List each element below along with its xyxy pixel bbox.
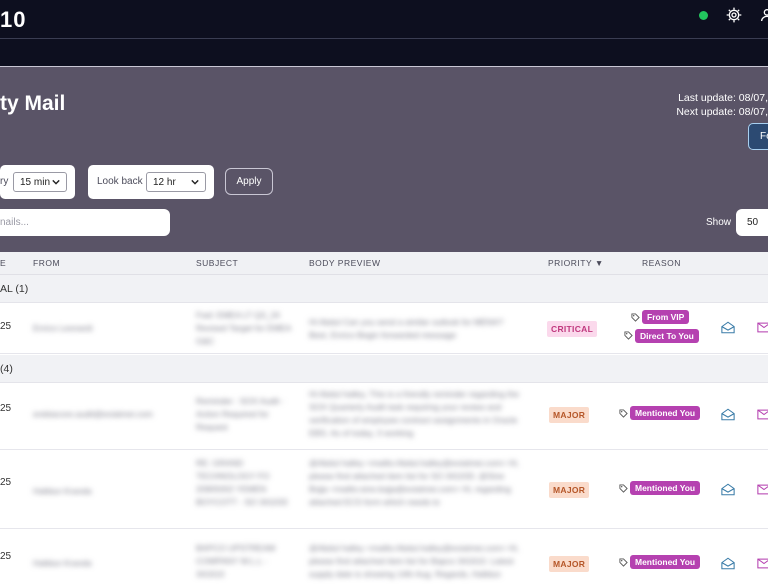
group-header-critical[interactable]: AL (1) [0, 275, 768, 303]
refresh-every-box: ry 15 min [0, 165, 75, 199]
reason-tag: Mentioned You [630, 406, 701, 420]
col-reason[interactable]: REASON [642, 258, 681, 268]
refresh-every-value: 15 min [20, 177, 51, 188]
priority-badge: CRITICAL [547, 321, 598, 337]
row-subject: BAPCO UPSTREAM COMPANY W.L.L - 341610 [196, 543, 276, 579]
envelope-open-icon[interactable] [721, 483, 735, 496]
page-size-select[interactable]: 50 [736, 209, 768, 236]
row-from: Halldun Kranda [33, 558, 92, 568]
group-label: AL (1) [0, 283, 29, 295]
next-update: Next update: 08/07, [676, 106, 768, 118]
row-subject: Fwd: EMEA LT Q3_24 Revised Target for EM… [196, 310, 291, 346]
nav-bar [0, 38, 768, 67]
col-date[interactable]: E [0, 258, 6, 268]
row-date: 25 [0, 477, 12, 488]
reason-tag: Direct To You [635, 329, 699, 343]
col-priority[interactable]: PRIORITY ▼ [548, 258, 604, 268]
chevron-down-icon [52, 179, 60, 185]
row-subject: RE: GRAND TECHNOLOGY FO 20905002 YEMEN B… [196, 458, 288, 507]
tag-icon [624, 331, 633, 340]
lookback-label: Look back [97, 176, 143, 187]
last-update: Last update: 08/07, [678, 92, 768, 104]
fetch-button[interactable]: Fe [748, 123, 768, 150]
reason-tag: Mentioned You [630, 481, 701, 495]
envelope-icon[interactable] [757, 483, 768, 496]
apply-button[interactable]: Apply [225, 168, 273, 195]
envelope-icon[interactable] [757, 408, 768, 421]
update-info: Last update: 08/07, Next update: 08/07, [676, 91, 768, 119]
row-body: @Abdul halley <mailto:Abdul.halley@eviat… [309, 543, 520, 584]
status-indicator [699, 11, 708, 20]
col-body[interactable]: BODY PREVIEW [309, 258, 381, 268]
reason-tag: Mentioned You [630, 555, 701, 569]
reason-tag: From VIP [642, 310, 690, 324]
envelope-open-icon[interactable] [721, 557, 735, 570]
row-body: Hi Abdul Can you send a similar outlook … [309, 317, 504, 340]
envelope-open-icon[interactable] [721, 408, 735, 421]
table-row[interactable]: 25 Halldun Kranda BAPCO UPSTREAM COMPANY… [0, 530, 768, 584]
envelope-icon[interactable] [757, 321, 768, 334]
row-date: 25 [0, 403, 12, 414]
app-logo[interactable]: 10 [0, 7, 26, 33]
priority-badge: MAJOR [549, 407, 590, 423]
tag-icon [619, 409, 628, 418]
tag-icon [619, 558, 628, 567]
search-input[interactable]: nails... [0, 209, 170, 236]
row-date: 25 [0, 321, 12, 332]
tag-icon [631, 313, 640, 322]
tag-icon [619, 484, 628, 493]
col-from[interactable]: FROM [33, 258, 60, 268]
row-from: Halldun Kranda [33, 486, 92, 496]
row-from: erebiacore.audit@eviatmei.com [33, 409, 153, 419]
table-row[interactable]: 25 Enrico Leonardi Fwd: EMEA LT Q3_24 Re… [0, 303, 768, 354]
page-title: ty Mail [0, 92, 66, 115]
row-body: @Abdul halley <mailto:Abdul.halley@eviat… [309, 458, 520, 507]
lookback-box: Look back 12 hr [88, 165, 214, 199]
row-date: 25 [0, 551, 12, 562]
user-icon[interactable] [759, 7, 768, 23]
table-header: E FROM SUBJECT BODY PREVIEW PRIORITY ▼ R… [0, 252, 768, 275]
envelope-icon[interactable] [757, 557, 768, 570]
col-subject[interactable]: SUBJECT [196, 258, 238, 268]
refresh-every-select[interactable]: 15 min [13, 172, 67, 192]
gear-icon[interactable] [726, 7, 742, 23]
priority-badge: MAJOR [549, 556, 590, 572]
lookback-value: 12 hr [153, 177, 176, 188]
show-label: Show [706, 217, 732, 228]
row-from: Enrico Leonardi [33, 323, 93, 333]
group-header-major[interactable]: (4) [0, 355, 768, 383]
table-row[interactable]: 25 Halldun Kranda RE: GRAND TECHNOLOGY F… [0, 451, 768, 529]
chevron-down-icon [191, 179, 199, 185]
envelope-open-icon[interactable] [721, 321, 735, 334]
table-row[interactable]: 25 erebiacore.audit@eviatmei.com Reminde… [0, 383, 768, 450]
row-subject: Reminder : SOX Audit - Action Required f… [196, 396, 285, 432]
row-body: Hi Abdul halley, This is a friendly remi… [309, 389, 519, 438]
refresh-every-label: ry [0, 176, 9, 187]
priority-badge: MAJOR [549, 482, 590, 498]
group-label: (4) [0, 363, 13, 375]
top-bar: 10 [0, 0, 768, 38]
lookback-select[interactable]: 12 hr [146, 172, 206, 192]
